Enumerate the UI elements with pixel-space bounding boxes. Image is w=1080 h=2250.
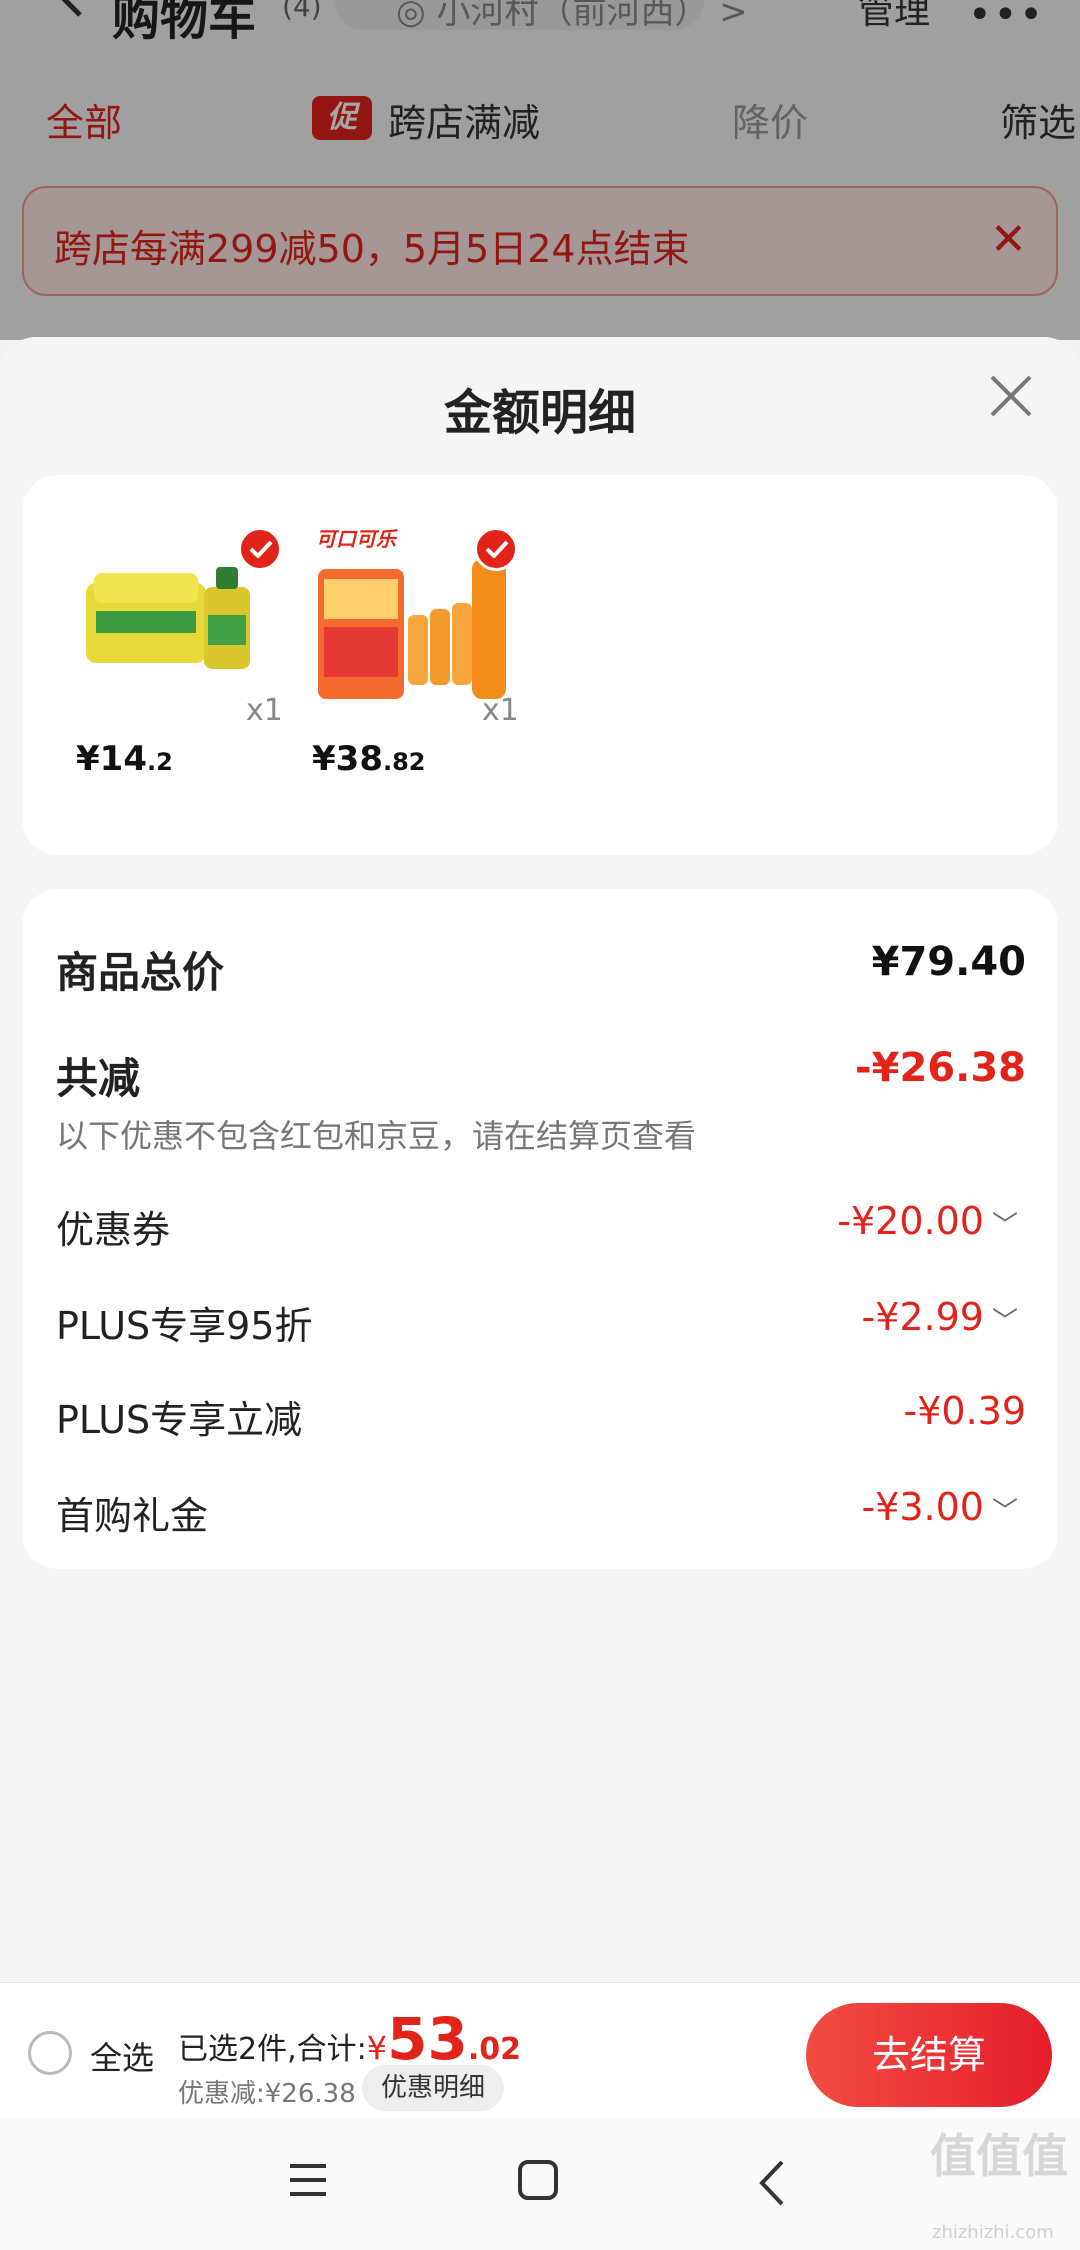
reduce-note: 以下优惠不包含红包和京豆，请在结算页查看 <box>56 1117 697 1155</box>
chevron-down-icon: ﹀ <box>991 1497 1018 1527</box>
plus-reduce-label: PLUS专享立减 <box>56 1398 303 1442</box>
product-price: ¥38.82 <box>312 739 426 779</box>
amount-detail-sheet: 金额明细 ¥14.2 x1 可口可乐 ¥38.82 x1 商品总价 ¥79.40… <box>0 337 1080 2250</box>
select-all-checkbox[interactable] <box>28 2031 72 2075</box>
chevron-down-icon: ﹀ <box>991 1211 1018 1241</box>
total-reduce-value: -¥26.38 <box>855 1045 1026 1091</box>
brand-logo: 可口可乐 <box>316 527 396 551</box>
first-purchase-value: -¥3.00 ﹀ <box>861 1485 1018 1529</box>
system-navigation-bar <box>0 2118 1080 2250</box>
product-item[interactable]: ¥14.2 <box>76 523 282 783</box>
checked-icon <box>238 527 282 571</box>
chevron-down-icon: ﹀ <box>991 1307 1018 1337</box>
total-price-value: ¥79.40 <box>871 939 1026 985</box>
sheet-title: 金额明细 <box>443 385 636 441</box>
plus-discount-label: PLUS专享95折 <box>56 1304 313 1348</box>
total-reduce-label: 共减 <box>56 1054 141 1103</box>
coupon-label: 优惠券 <box>56 1208 171 1252</box>
selected-products-card: ¥14.2 x1 可口可乐 ¥38.82 x1 <box>22 475 1058 855</box>
product-quantity: x1 <box>482 693 519 728</box>
home-icon[interactable] <box>518 2160 558 2200</box>
checkout-bar: 全选 已选2件,合计:¥53.02 优惠减:¥26.38 优惠明细 去结算 <box>0 1982 1080 2118</box>
total-price-label: 商品总价 <box>56 948 225 997</box>
menu-icon[interactable] <box>288 2162 328 2198</box>
first-purchase-label: 首购礼金 <box>56 1494 209 1538</box>
watermark-url: zhizhizhi.com <box>932 2222 1054 2243</box>
close-icon[interactable] <box>986 371 1036 421</box>
modal-overlay[interactable] <box>0 0 1080 340</box>
coupon-value: -¥20.00 ﹀ <box>837 1199 1018 1243</box>
plus-reduce-value: -¥0.39 <box>903 1389 1027 1433</box>
discount-detail-button[interactable]: 优惠明细 <box>362 2065 504 2111</box>
checked-icon <box>474 527 518 571</box>
product-price: ¥14.2 <box>76 739 173 779</box>
product-item[interactable]: 可口可乐 ¥38.82 <box>312 523 518 783</box>
discount-summary: 优惠减:¥26.38 <box>178 2079 356 2109</box>
product-quantity: x1 <box>246 693 283 728</box>
checkout-button[interactable]: 去结算 <box>806 2003 1052 2107</box>
watermark-logo: 值值值 <box>930 2129 1068 2183</box>
selected-summary: 已选2件,合计:¥53.02 <box>178 2005 521 2073</box>
plus-discount-value: -¥2.99 ﹀ <box>861 1295 1018 1339</box>
back-icon[interactable] <box>756 2158 786 2208</box>
select-all-label[interactable]: 全选 <box>90 2033 154 2079</box>
amount-breakdown-card: 商品总价 ¥79.40 共减 -¥26.38 以下优惠不包含红包和京豆，请在结算… <box>22 889 1058 1569</box>
